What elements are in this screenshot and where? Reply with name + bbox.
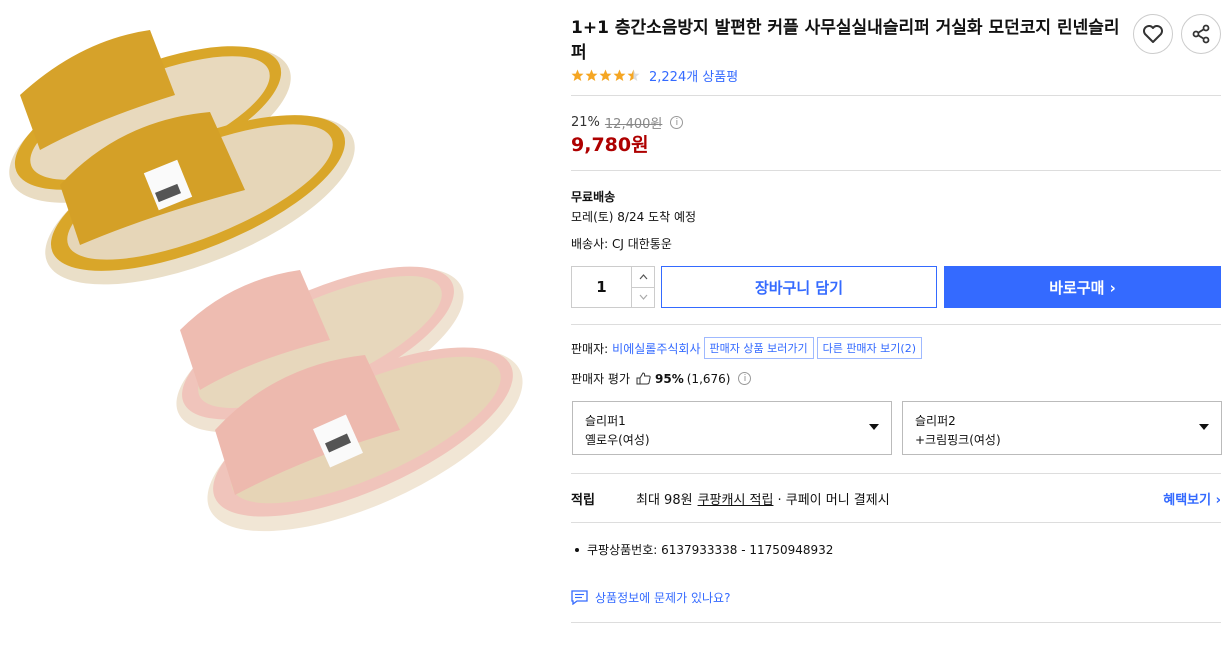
yellow-slipper-pair bbox=[9, 30, 355, 285]
seller-name-link[interactable]: 비에실롤주식회사 bbox=[612, 340, 700, 357]
info-icon[interactable]: i bbox=[738, 372, 752, 385]
star-icon bbox=[613, 69, 626, 81]
report-problem-link[interactable]: 상품정보에 문제가 있나요? bbox=[571, 589, 730, 606]
divider bbox=[571, 622, 1221, 623]
option-select-1[interactable]: 슬리퍼1 옐로우(여성) bbox=[572, 401, 892, 455]
chevron-up-icon bbox=[639, 273, 647, 280]
divider bbox=[571, 95, 1221, 96]
quantity-input[interactable]: 1 bbox=[572, 267, 631, 307]
message-icon bbox=[571, 590, 588, 605]
seller-rating-row: 판매자 평가 95% (1,676) i bbox=[571, 370, 752, 387]
info-icon[interactable]: i bbox=[670, 116, 684, 129]
arrival-date: 모레(토) 8/24 도착 예정 bbox=[571, 210, 697, 224]
seller-rating-label: 판매자 평가 bbox=[571, 372, 631, 386]
heart-icon bbox=[1143, 25, 1163, 43]
free-shipping-label: 무료배송 bbox=[571, 190, 616, 204]
discount-rate: 21% bbox=[571, 115, 600, 130]
rating-row: 2,224개 상품평 bbox=[571, 66, 738, 85]
half-star-icon bbox=[627, 69, 640, 81]
quantity-up-button[interactable] bbox=[632, 267, 654, 288]
seller-products-button[interactable]: 판매자 상품 보러가기 bbox=[703, 337, 814, 359]
star-rating bbox=[571, 69, 643, 82]
seller-rating-pct: 95% bbox=[655, 371, 684, 386]
buy-now-button[interactable]: 바로구매 › bbox=[944, 266, 1221, 308]
divider bbox=[571, 473, 1221, 474]
share-icon bbox=[1192, 24, 1210, 44]
seller-row: 판매자: 비에실롤주식회사 판매자 상품 보러가기 다른 판매자 보기(2) bbox=[571, 337, 922, 359]
caret-down-icon bbox=[1199, 424, 1209, 430]
add-to-cart-button[interactable]: 장바구니 담기 bbox=[661, 266, 937, 308]
bullet-icon bbox=[575, 547, 579, 552]
share-button[interactable] bbox=[1181, 14, 1221, 54]
review-count-link[interactable]: 2,224개 상품평 bbox=[649, 66, 738, 85]
option-value: 옐로우(여성) bbox=[585, 433, 650, 447]
option-label: 슬리퍼2 bbox=[915, 414, 956, 428]
product-title: 1+1 층간소음방지 발편한 커플 사무실실내슬리퍼 거실화 모던코지 린넨슬리… bbox=[571, 18, 1120, 63]
reward-label: 적립 bbox=[571, 493, 595, 508]
option-select-2[interactable]: 슬리퍼2 +크림핑크(여성) bbox=[902, 401, 1222, 455]
sale-price: 9,780원 bbox=[571, 134, 649, 156]
report-text: 상품정보에 문제가 있나요? bbox=[595, 591, 731, 605]
quantity-down-button[interactable] bbox=[632, 288, 654, 308]
option-value: +크림핑크(여성) bbox=[915, 433, 1001, 447]
carrier: 배송사: CJ 대한통운 bbox=[571, 237, 672, 251]
caret-down-icon bbox=[869, 424, 879, 430]
divider bbox=[571, 170, 1221, 171]
star-icon bbox=[599, 69, 612, 81]
star-icon bbox=[571, 69, 584, 81]
product-id-row: 쿠팡상품번호: 6137933338 - 11750948932 bbox=[571, 541, 833, 558]
product-id: 쿠팡상품번호: 6137933338 - 11750948932 bbox=[587, 543, 834, 557]
other-sellers-button[interactable]: 다른 판매자 보기(2) bbox=[816, 337, 922, 359]
reward-row: 적립 최대 98원 쿠팡캐시 적립 · 쿠페이 머니 결제시 혜택보기 › bbox=[571, 489, 1221, 508]
seller-rating-count: (1,676) bbox=[686, 371, 731, 386]
pink-slipper-pair bbox=[176, 266, 523, 532]
option-label: 슬리퍼1 bbox=[585, 414, 626, 428]
quantity-stepper[interactable]: 1 bbox=[571, 266, 655, 308]
wishlist-button[interactable] bbox=[1133, 14, 1173, 54]
product-image bbox=[0, 0, 560, 655]
divider bbox=[571, 522, 1221, 523]
reward-condition: · 쿠페이 머니 결제시 bbox=[777, 493, 890, 508]
benefit-link[interactable]: 혜택보기 › bbox=[1163, 489, 1221, 508]
chevron-down-icon bbox=[639, 294, 647, 301]
divider bbox=[571, 324, 1221, 325]
coupang-cash-link[interactable]: 쿠팡캐시 적립 bbox=[698, 489, 774, 508]
thumbs-up-icon bbox=[636, 372, 651, 385]
seller-label: 판매자: bbox=[571, 341, 609, 356]
star-icon bbox=[585, 69, 598, 81]
reward-amount: 최대 98원 bbox=[636, 493, 693, 508]
